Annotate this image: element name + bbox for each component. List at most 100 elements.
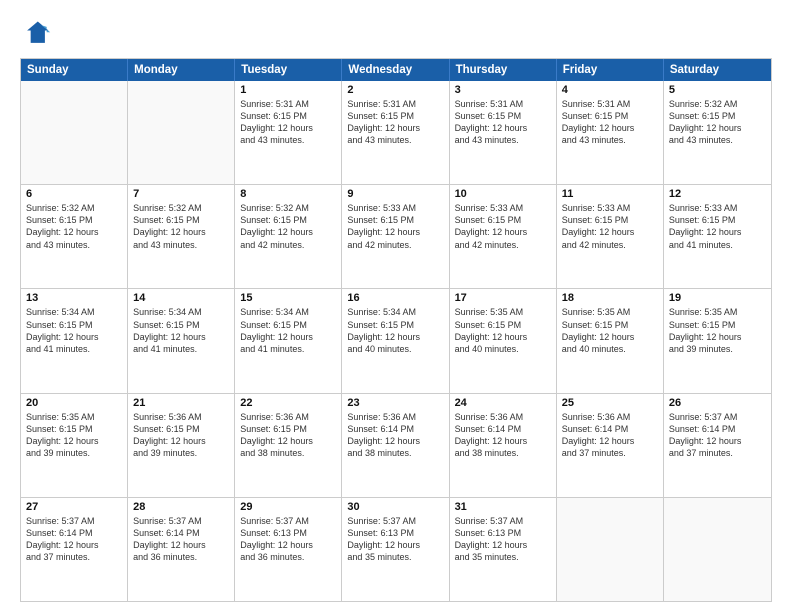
calendar-cell: 28 Sunrise: 5:37 AM Sunset: 6:14 PM Dayli… xyxy=(128,498,235,601)
day-info: Sunrise: 5:37 AM Sunset: 6:14 PM Dayligh… xyxy=(26,515,122,564)
day-info: Sunrise: 5:36 AM Sunset: 6:15 PM Dayligh… xyxy=(240,411,336,460)
calendar-cell: 14 Sunrise: 5:34 AM Sunset: 6:15 PM Dayli… xyxy=(128,289,235,392)
logo xyxy=(20,18,56,50)
day-info: Sunrise: 5:34 AM Sunset: 6:15 PM Dayligh… xyxy=(347,306,443,355)
day-info: Sunrise: 5:37 AM Sunset: 6:13 PM Dayligh… xyxy=(455,515,551,564)
day-info: Sunrise: 5:35 AM Sunset: 6:15 PM Dayligh… xyxy=(562,306,658,355)
day-info: Sunrise: 5:35 AM Sunset: 6:15 PM Dayligh… xyxy=(455,306,551,355)
day-number: 21 xyxy=(133,397,229,409)
day-info: Sunrise: 5:36 AM Sunset: 6:14 PM Dayligh… xyxy=(562,411,658,460)
day-info: Sunrise: 5:36 AM Sunset: 6:15 PM Dayligh… xyxy=(133,411,229,460)
day-number: 23 xyxy=(347,397,443,409)
calendar: SundayMondayTuesdayWednesdayThursdayFrid… xyxy=(20,58,772,602)
day-number: 8 xyxy=(240,188,336,200)
calendar-week: 13Sunrise: 5:34 AM Sunset: 6:15 PM Dayli… xyxy=(21,289,771,393)
calendar-week: 6 Sunrise: 5:32 AM Sunset: 6:15 PM Daylig… xyxy=(21,185,771,289)
calendar-cell xyxy=(21,81,128,184)
calendar-cell: 10Sunrise: 5:33 AM Sunset: 6:15 PM Dayli… xyxy=(450,185,557,288)
header xyxy=(20,18,772,50)
calendar-cell: 24 Sunrise: 5:36 AM Sunset: 6:14 PM Dayli… xyxy=(450,394,557,497)
calendar-cell: 17 Sunrise: 5:35 AM Sunset: 6:15 PM Dayli… xyxy=(450,289,557,392)
calendar-cell: 6 Sunrise: 5:32 AM Sunset: 6:15 PM Daylig… xyxy=(21,185,128,288)
day-number: 16 xyxy=(347,292,443,304)
logo-icon xyxy=(20,18,52,50)
calendar-cell: 20 Sunrise: 5:35 AM Sunset: 6:15 PM Dayli… xyxy=(21,394,128,497)
page: SundayMondayTuesdayWednesdayThursdayFrid… xyxy=(0,0,792,612)
day-number: 22 xyxy=(240,397,336,409)
day-info: Sunrise: 5:31 AM Sunset: 6:15 PM Dayligh… xyxy=(455,98,551,147)
day-info: Sunrise: 5:32 AM Sunset: 6:15 PM Dayligh… xyxy=(26,202,122,251)
day-info: Sunrise: 5:37 AM Sunset: 6:13 PM Dayligh… xyxy=(347,515,443,564)
day-info: Sunrise: 5:35 AM Sunset: 6:15 PM Dayligh… xyxy=(26,411,122,460)
calendar-cell: 22 Sunrise: 5:36 AM Sunset: 6:15 PM Dayli… xyxy=(235,394,342,497)
day-info: Sunrise: 5:32 AM Sunset: 6:15 PM Dayligh… xyxy=(133,202,229,251)
calendar-cell: 27 Sunrise: 5:37 AM Sunset: 6:14 PM Dayli… xyxy=(21,498,128,601)
day-number: 24 xyxy=(455,397,551,409)
day-number: 25 xyxy=(562,397,658,409)
day-info: Sunrise: 5:37 AM Sunset: 6:14 PM Dayligh… xyxy=(669,411,766,460)
day-info: Sunrise: 5:37 AM Sunset: 6:14 PM Dayligh… xyxy=(133,515,229,564)
day-info: Sunrise: 5:33 AM Sunset: 6:15 PM Dayligh… xyxy=(562,202,658,251)
day-number: 19 xyxy=(669,292,766,304)
day-number: 3 xyxy=(455,84,551,96)
calendar-cell: 12 Sunrise: 5:33 AM Sunset: 6:15 PM Dayli… xyxy=(664,185,771,288)
day-info: Sunrise: 5:31 AM Sunset: 6:15 PM Dayligh… xyxy=(562,98,658,147)
day-info: Sunrise: 5:33 AM Sunset: 6:15 PM Dayligh… xyxy=(669,202,766,251)
day-number: 26 xyxy=(669,397,766,409)
day-info: Sunrise: 5:34 AM Sunset: 6:15 PM Dayligh… xyxy=(240,306,336,355)
calendar-cell: 7 Sunrise: 5:32 AM Sunset: 6:15 PM Daylig… xyxy=(128,185,235,288)
weekday-header: Saturday xyxy=(664,59,771,81)
day-info: Sunrise: 5:33 AM Sunset: 6:15 PM Dayligh… xyxy=(455,202,551,251)
day-number: 20 xyxy=(26,397,122,409)
calendar-week: 27 Sunrise: 5:37 AM Sunset: 6:14 PM Dayli… xyxy=(21,498,771,601)
day-info: Sunrise: 5:37 AM Sunset: 6:13 PM Dayligh… xyxy=(240,515,336,564)
weekday-header: Wednesday xyxy=(342,59,449,81)
calendar-cell: 11 Sunrise: 5:33 AM Sunset: 6:15 PM Dayli… xyxy=(557,185,664,288)
day-number: 18 xyxy=(562,292,658,304)
calendar-cell: 5Sunrise: 5:32 AM Sunset: 6:15 PM Daylig… xyxy=(664,81,771,184)
calendar-cell xyxy=(128,81,235,184)
calendar-cell: 1Sunrise: 5:31 AM Sunset: 6:15 PM Daylig… xyxy=(235,81,342,184)
day-number: 12 xyxy=(669,188,766,200)
calendar-cell: 16 Sunrise: 5:34 AM Sunset: 6:15 PM Dayli… xyxy=(342,289,449,392)
day-number: 17 xyxy=(455,292,551,304)
calendar-cell: 2Sunrise: 5:31 AM Sunset: 6:15 PM Daylig… xyxy=(342,81,449,184)
calendar-cell xyxy=(557,498,664,601)
calendar-cell: 9Sunrise: 5:33 AM Sunset: 6:15 PM Daylig… xyxy=(342,185,449,288)
day-number: 14 xyxy=(133,292,229,304)
calendar-cell: 3 Sunrise: 5:31 AM Sunset: 6:15 PM Daylig… xyxy=(450,81,557,184)
calendar-cell: 30 Sunrise: 5:37 AM Sunset: 6:13 PM Dayli… xyxy=(342,498,449,601)
calendar-week: 1 Sunrise: 5:31 AM Sunset: 6:15 PM Daylig… xyxy=(21,81,771,185)
calendar-cell: 21 Sunrise: 5:36 AM Sunset: 6:15 PM Dayli… xyxy=(128,394,235,497)
day-info: Sunrise: 5:35 AM Sunset: 6:15 PM Dayligh… xyxy=(669,306,766,355)
day-info: Sunrise: 5:34 AM Sunset: 6:15 PM Dayligh… xyxy=(26,306,122,355)
calendar-cell: 23Sunrise: 5:36 AM Sunset: 6:14 PM Dayli… xyxy=(342,394,449,497)
weekday-header: Tuesday xyxy=(235,59,342,81)
day-number: 31 xyxy=(455,501,551,513)
day-number: 7 xyxy=(133,188,229,200)
calendar-body: 1 Sunrise: 5:31 AM Sunset: 6:15 PM Daylig… xyxy=(21,81,771,601)
day-info: Sunrise: 5:36 AM Sunset: 6:14 PM Dayligh… xyxy=(455,411,551,460)
day-info: Sunrise: 5:31 AM Sunset: 6:15 PM Dayligh… xyxy=(347,98,443,147)
day-number: 11 xyxy=(562,188,658,200)
day-number: 27 xyxy=(26,501,122,513)
calendar-header: SundayMondayTuesdayWednesdayThursdayFrid… xyxy=(21,59,771,81)
calendar-cell: 19 Sunrise: 5:35 AM Sunset: 6:15 PM Dayli… xyxy=(664,289,771,392)
day-number: 6 xyxy=(26,188,122,200)
calendar-cell: 29 Sunrise: 5:37 AM Sunset: 6:13 PM Dayli… xyxy=(235,498,342,601)
day-number: 28 xyxy=(133,501,229,513)
day-number: 1 xyxy=(240,84,336,96)
day-info: Sunrise: 5:34 AM Sunset: 6:15 PM Dayligh… xyxy=(133,306,229,355)
day-info: Sunrise: 5:33 AM Sunset: 6:15 PM Dayligh… xyxy=(347,202,443,251)
day-number: 29 xyxy=(240,501,336,513)
day-info: Sunrise: 5:32 AM Sunset: 6:15 PM Dayligh… xyxy=(669,98,766,147)
calendar-week: 20 Sunrise: 5:35 AM Sunset: 6:15 PM Dayli… xyxy=(21,394,771,498)
calendar-cell xyxy=(664,498,771,601)
day-number: 4 xyxy=(562,84,658,96)
day-number: 30 xyxy=(347,501,443,513)
weekday-header: Sunday xyxy=(21,59,128,81)
weekday-header: Monday xyxy=(128,59,235,81)
day-info: Sunrise: 5:32 AM Sunset: 6:15 PM Dayligh… xyxy=(240,202,336,251)
weekday-header: Friday xyxy=(557,59,664,81)
calendar-cell: 18 Sunrise: 5:35 AM Sunset: 6:15 PM Dayli… xyxy=(557,289,664,392)
